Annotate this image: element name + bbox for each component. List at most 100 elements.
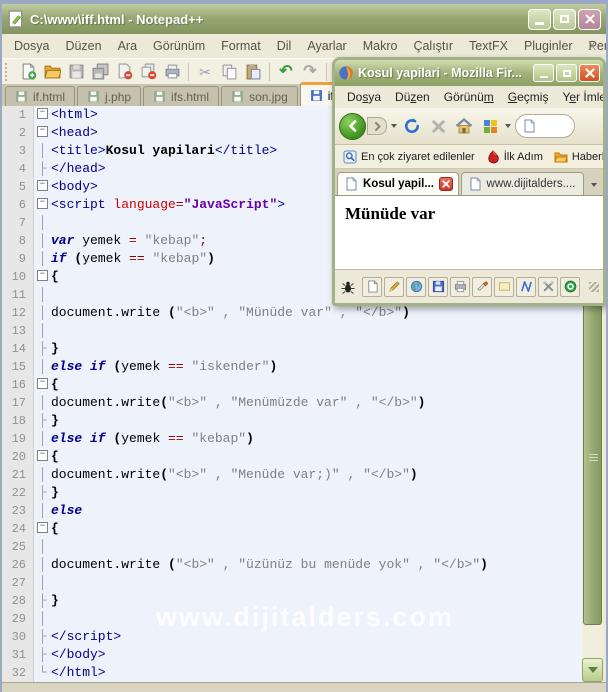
document-tab-j.php[interactable]: j.php xyxy=(77,86,142,106)
scrollbar-thumb[interactable] xyxy=(583,290,602,625)
tab-close-button[interactable] xyxy=(438,177,453,191)
code-line: 16−{ xyxy=(4,376,582,394)
toolbar-paste-button[interactable] xyxy=(241,60,265,83)
maximize-button[interactable] xyxy=(553,8,576,30)
fold-marker: ├ xyxy=(38,161,47,176)
toolbar-undo-button[interactable]: ↶ xyxy=(274,60,298,83)
maximize-button[interactable] xyxy=(556,64,577,82)
code-line: 24−{ xyxy=(4,520,582,538)
minimize-button[interactable] xyxy=(533,64,554,82)
fold-marker: │ xyxy=(38,305,47,320)
toolbar-close-file-button[interactable] xyxy=(112,60,136,83)
close-button[interactable] xyxy=(578,8,601,30)
home-button[interactable] xyxy=(453,114,475,138)
maximize-icon xyxy=(560,15,569,23)
back-button[interactable] xyxy=(339,112,366,140)
url-bar[interactable] xyxy=(515,114,575,138)
fold-marker[interactable]: − xyxy=(34,268,51,286)
undo-icon: ↶ xyxy=(279,62,293,80)
close-button[interactable] xyxy=(579,64,600,82)
firefox-titlebar[interactable]: Kosul yapilari - Mozilla Fir... xyxy=(335,60,603,86)
npp-menu-item-9[interactable]: TextFX xyxy=(461,34,516,58)
firefox-menu-item-0[interactable]: Dosya xyxy=(340,90,388,104)
firefox-menu-item-3[interactable]: Geçmiş xyxy=(501,90,556,104)
notepadpp-titlebar[interactable]: C:\www\iff.html - Notepad++ xyxy=(2,4,606,34)
code-line: 21 │ document.write("<b>" , "Menüde var;)"… xyxy=(4,466,582,484)
fold-marker[interactable]: − xyxy=(34,448,51,466)
toolbar-new-file-button[interactable] xyxy=(16,60,40,83)
toolbar-save-all-button[interactable] xyxy=(88,60,112,83)
forward-button[interactable] xyxy=(367,117,387,135)
toolbar-save-button[interactable] xyxy=(64,60,88,83)
document-tab-ifs.html[interactable]: ifs.html xyxy=(143,86,220,106)
line-number: 10 xyxy=(4,268,34,286)
history-dropdown-icon[interactable] xyxy=(391,124,397,128)
refresh-icon xyxy=(405,118,420,134)
npp-menu-item-7[interactable]: Makro xyxy=(355,34,406,58)
bookmark-item-0[interactable]: En çok ziyaret edilenler xyxy=(339,150,479,164)
npp-menu-item-1[interactable]: Düzen xyxy=(57,34,109,58)
statusbar-blank-page-button[interactable] xyxy=(362,276,382,297)
browser-tab-0[interactable]: Kosul yapil... xyxy=(337,172,459,195)
npp-menu-item-5[interactable]: Dil xyxy=(269,34,300,58)
npp-menu-item-3[interactable]: Görünüm xyxy=(145,34,213,58)
fold-marker[interactable]: − xyxy=(34,106,51,124)
toolbar-copy-button[interactable] xyxy=(217,60,241,83)
toolbar-cut-button[interactable]: ✂ xyxy=(193,60,217,83)
fold-marker[interactable]: − xyxy=(34,376,51,394)
home-icon xyxy=(455,118,473,134)
minimize-icon xyxy=(539,76,548,78)
pencil-icon xyxy=(388,280,401,293)
document-tab-son.jpg[interactable]: son.jpg xyxy=(221,86,298,106)
fold-marker: │ xyxy=(38,233,47,248)
npp-menu-item-6[interactable]: Ayarlar xyxy=(299,34,354,58)
speed-dial-button[interactable] xyxy=(479,114,501,138)
statusbar-zigzag-button[interactable] xyxy=(516,276,536,297)
fold-marker[interactable]: − xyxy=(34,178,51,196)
npp-menu-item-0[interactable]: Dosya xyxy=(6,34,57,58)
toolbar-open-folder-button[interactable] xyxy=(40,60,64,83)
scrollbar-down-button[interactable] xyxy=(582,658,603,682)
fold-marker: ├ xyxy=(38,341,47,356)
toolbar-close-all-button[interactable] xyxy=(136,60,160,83)
statusbar-save-page-button[interactable] xyxy=(428,276,448,297)
statusbar-globe-button[interactable] xyxy=(406,276,426,297)
page-icon xyxy=(468,177,482,191)
statusbar-bug-button[interactable] xyxy=(339,277,357,297)
toolbar-separator xyxy=(188,62,189,81)
menubar-close-icon[interactable]: X xyxy=(588,39,596,53)
statusbar-edit-note-button[interactable] xyxy=(472,276,492,297)
statusbar-tools-button[interactable] xyxy=(538,276,558,297)
statusbar-pencil-button[interactable] xyxy=(384,276,404,297)
npp-menu-item-8[interactable]: Çalıştır xyxy=(405,34,461,58)
npp-menu-item-4[interactable]: Format xyxy=(213,34,269,58)
refresh-button[interactable] xyxy=(401,114,423,138)
browser-tab-1[interactable]: www.dijitalders.... xyxy=(460,172,585,195)
npp-menu-item-10[interactable]: Pluginler xyxy=(516,34,581,58)
resize-grip-icon[interactable] xyxy=(589,281,599,292)
fold-marker[interactable]: − xyxy=(34,520,51,538)
line-number: 17 xyxy=(4,394,34,412)
document-tab-if.html[interactable]: if.html xyxy=(5,86,76,106)
fold-marker: │ xyxy=(38,575,47,590)
statusbar-palette-button[interactable] xyxy=(494,276,514,297)
statusbar-print-page-button[interactable] xyxy=(450,276,470,297)
chevron-down-icon xyxy=(587,667,598,673)
tab-save-icon xyxy=(87,90,100,103)
speed-dial-dropdown-icon[interactable] xyxy=(505,124,511,128)
toolbar-redo-button[interactable]: ↷ xyxy=(298,60,322,83)
firefox-menu-item-1[interactable]: Düzen xyxy=(388,90,437,104)
npp-menu-item-2[interactable]: Ara xyxy=(110,34,145,58)
toolbar-print-button[interactable] xyxy=(160,60,184,83)
stop-button[interactable] xyxy=(427,114,449,138)
tab-list-dropdown-button[interactable] xyxy=(586,175,601,195)
bookmark-item-2[interactable]: Haberler xyxy=(550,150,603,164)
statusbar-info-button[interactable] xyxy=(560,276,580,297)
fold-marker[interactable]: − xyxy=(34,196,51,214)
firefox-menu-item-4[interactable]: Yer İmleri xyxy=(555,90,603,104)
fold-marker[interactable]: − xyxy=(34,124,51,142)
firefox-menu-item-2[interactable]: Görünüm xyxy=(437,90,501,104)
bookmark-item-1[interactable]: İlk Adım xyxy=(482,149,547,164)
minimize-button[interactable] xyxy=(528,8,551,30)
line-number: 27 xyxy=(4,574,34,592)
